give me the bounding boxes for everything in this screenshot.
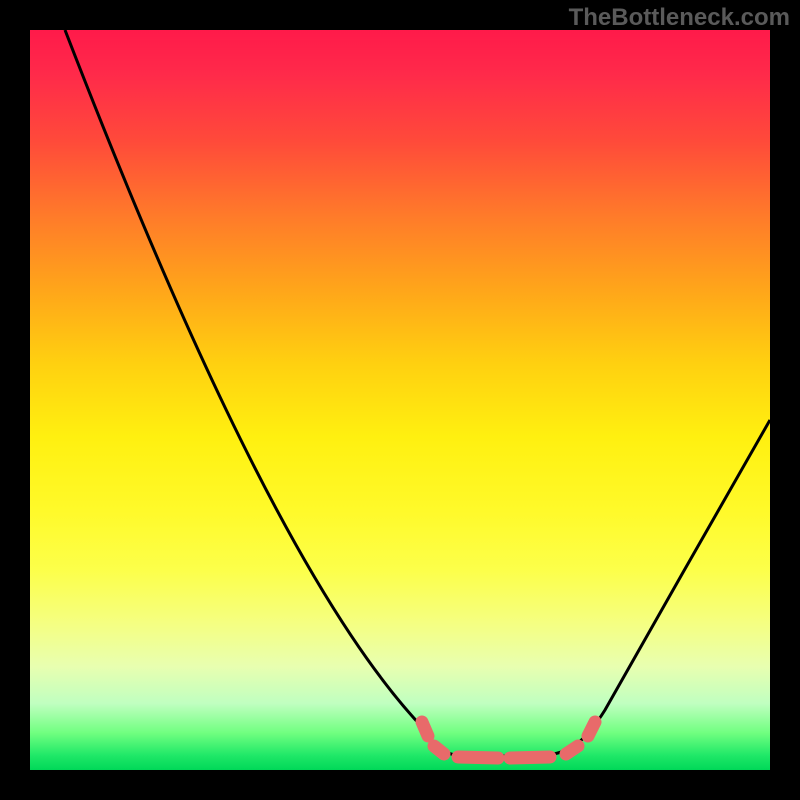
- plot-area: [30, 30, 770, 770]
- bottleneck-curve: [65, 30, 770, 756]
- trough-markers: [422, 722, 595, 758]
- chart-container: TheBottleneck.com: [0, 0, 800, 800]
- curve-overlay: [30, 30, 770, 770]
- watermark-text: TheBottleneck.com: [569, 4, 790, 32]
